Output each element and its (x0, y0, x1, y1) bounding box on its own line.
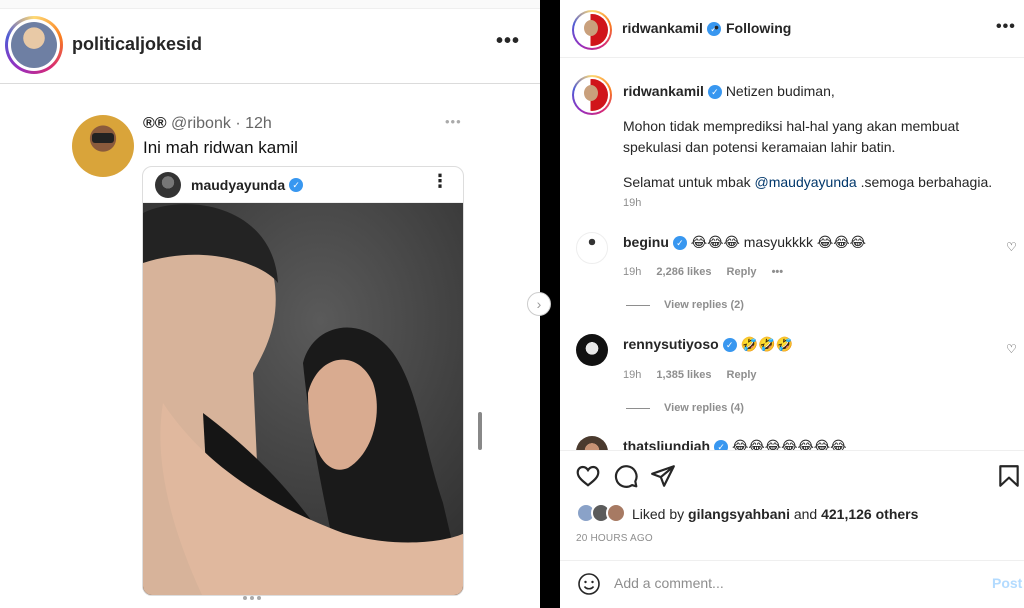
more-vertical-icon: ⋮ (431, 171, 449, 191)
left-post-panel: politicaljokesid ••• ®® @ribonk · 12h ••… (0, 0, 540, 608)
comment-body: beginu ✓ 😂😂😂 masyukkkk 😂😂😂 (623, 234, 866, 251)
caption-line3: Selamat untuk mbak @maudyayunda .semoga … (623, 174, 993, 190)
emoji-icon[interactable] (577, 572, 601, 596)
mention-link[interactable]: @maudyayunda (755, 174, 857, 190)
caption-line2: Mohon tidak memprediksi hal-hal yang aka… (623, 118, 960, 155)
bookmark-icon[interactable] (996, 463, 1022, 489)
comment-likes[interactable]: 1,385 likes (656, 369, 711, 381)
verified-badge-icon: ✓ (289, 177, 304, 192)
view-replies-button[interactable]: View replies (4) (626, 402, 744, 414)
liked-by-user[interactable]: gilangsyahbani (688, 506, 790, 522)
reply-button[interactable]: Reply (727, 369, 757, 381)
comment-icon[interactable] (613, 463, 639, 489)
comment-body: rennysutiyoso ✓ 🤣🤣🤣 (623, 336, 793, 353)
comment-likes[interactable]: 2,286 likes (656, 266, 711, 278)
next-arrow-icon[interactable]: › (527, 292, 551, 316)
comment-meta: 19h 1,385 likes Reply (623, 369, 757, 381)
liked-by-others[interactable]: 421,126 others (821, 506, 918, 522)
comment-bar: Add a comment... Post (560, 560, 1024, 608)
tweet-meta: ®® @ribonk · 12h (143, 115, 272, 132)
post-button[interactable]: Post (992, 575, 1022, 591)
comment-input[interactable]: Add a comment... (614, 575, 724, 591)
couple-photo (143, 203, 463, 595)
liker-avatar[interactable] (606, 503, 626, 523)
post-action-bar: Liked by gilangsyahbani and 421,126 othe… (560, 450, 1024, 560)
carousel-dots (243, 587, 273, 600)
tweet-text: Ini mah ridwan kamil (143, 138, 298, 157)
comment-username[interactable]: beginu (623, 234, 669, 250)
scrollbar-thumb[interactable] (478, 412, 482, 450)
posted-time[interactable]: 20 HOURS AGO (576, 533, 653, 544)
reply-button[interactable]: Reply (727, 266, 757, 278)
caption-username[interactable]: ridwankamil (623, 83, 704, 99)
liked-by-text: Liked by gilangsyahbani and 421,126 othe… (632, 506, 919, 522)
left-username[interactable]: politicaljokesid (72, 34, 202, 55)
comment-avatar[interactable] (576, 334, 608, 366)
tweet-more-icon: ••• (445, 114, 462, 129)
verified-badge-icon: ✓ (707, 85, 722, 100)
embedded-instagram-post: maudyayunda ✓ ⋮ (142, 166, 464, 596)
avatar[interactable] (11, 22, 57, 68)
caption-avatar[interactable] (576, 79, 608, 111)
story-ring[interactable] (5, 16, 63, 74)
tweet-avatar (72, 115, 134, 177)
like-comment-heart-icon[interactable]: ♡ (1006, 342, 1017, 356)
verified-badge-icon: ✓ (722, 338, 737, 353)
more-horizontal-icon[interactable]: ••• (496, 30, 520, 53)
embed-header: maudyayunda ✓ (143, 167, 463, 203)
more-horizontal-icon[interactable]: ••• (996, 18, 1016, 36)
post-caption: ridwankamil ✓ Netizen budiman, Mohon tida… (623, 81, 1013, 207)
comment-text: 🤣🤣🤣 (740, 336, 793, 352)
header-separator: • (714, 19, 719, 35)
caption-line1: Netizen budiman, (725, 83, 835, 99)
comment-username[interactable]: rennysutiyoso (623, 336, 719, 352)
comment-meta: 19h 2,286 likes Reply ••• (623, 266, 784, 278)
caption-time: 19h (623, 197, 642, 209)
comment-more-icon[interactable]: ••• (772, 266, 784, 278)
view-replies-button[interactable]: View replies (2) (626, 299, 744, 311)
comment-text: 😂😂😂 masyukkkk 😂😂😂 (690, 234, 866, 250)
embed-avatar (155, 171, 181, 198)
story-ring[interactable] (572, 10, 612, 50)
like-comment-heart-icon[interactable]: ♡ (1006, 240, 1017, 254)
share-icon[interactable] (650, 463, 676, 489)
right-post-panel: ridwankamil ✓ • Following ••• ridwankamil… (560, 0, 1024, 608)
caption-story-ring[interactable] (572, 75, 612, 115)
heart-icon[interactable] (575, 463, 601, 489)
avatar[interactable] (576, 14, 608, 46)
following-button[interactable]: Following (726, 20, 791, 36)
post-header: ridwankamil ✓ • Following ••• (560, 0, 1024, 58)
verified-badge-icon: ✓ (672, 236, 687, 251)
comment-avatar[interactable] (576, 232, 608, 264)
top-gap (0, 0, 540, 9)
header-username[interactable]: ridwankamil ✓ (622, 20, 721, 37)
embed-username: maudyayunda (191, 176, 286, 193)
